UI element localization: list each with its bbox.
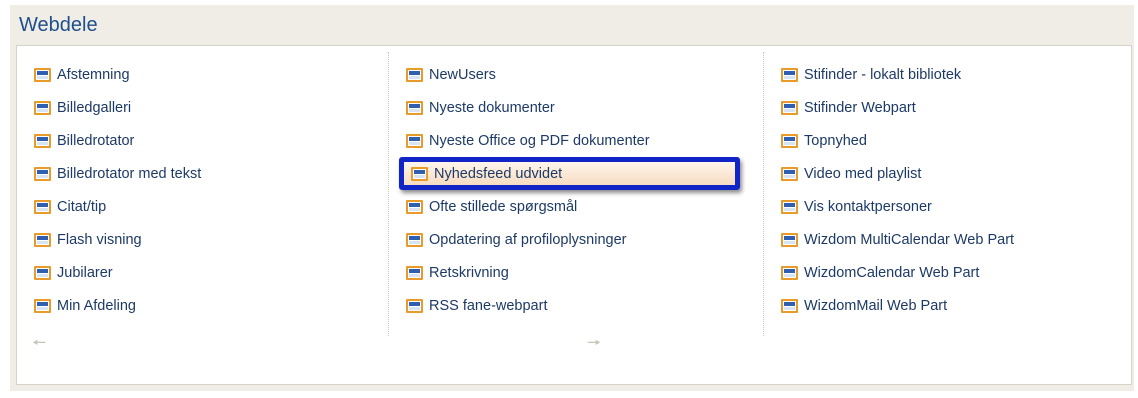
webpart-icon: [34, 100, 51, 115]
webpart-list: Afstemning Billedgalleri Billedrotator B…: [16, 45, 1132, 385]
webpart-icon: [34, 232, 51, 247]
webpart-item[interactable]: Flash visning: [34, 223, 201, 256]
webpart-icon: [781, 100, 798, 115]
webpart-item[interactable]: Video med playlist: [781, 157, 1014, 190]
webpart-item[interactable]: NewUsers: [406, 58, 650, 91]
webpart-icon: [781, 133, 798, 148]
webpart-item[interactable]: RSS fane-webpart: [406, 289, 650, 322]
webpart-icon: [781, 67, 798, 82]
webpart-icon: [34, 166, 51, 181]
webpart-column-3: Stifinder - lokalt bibliotek Stifinder W…: [781, 58, 1014, 322]
webpart-icon: [406, 232, 423, 247]
webpart-label: WizdomMail Web Part: [804, 297, 948, 314]
webpart-icon: [34, 199, 51, 214]
webpart-item[interactable]: Retskrivning: [406, 256, 650, 289]
webpart-item[interactable]: Min Afdeling: [34, 289, 201, 322]
webpart-label: Billedrotator med tekst: [57, 165, 202, 182]
webpart-icon: [406, 199, 423, 214]
webpart-item[interactable]: Jubilarer: [34, 256, 201, 289]
webpart-item[interactable]: Billedgalleri: [34, 91, 201, 124]
webpart-item[interactable]: Citat/tip: [34, 190, 201, 223]
webpart-icon: [406, 67, 423, 82]
webpart-column-1: Afstemning Billedgalleri Billedrotator B…: [34, 58, 201, 322]
webpart-label: Billedrotator: [57, 132, 135, 149]
webpart-label: Min Afdeling: [57, 297, 136, 314]
webpart-label: Citat/tip: [57, 198, 107, 215]
webpart-label: Wizdom MultiCalendar Web Part: [804, 231, 1015, 248]
arrow-left-icon[interactable]: 🠔: [32, 332, 46, 359]
webpart-label: Opdatering af profiloplysninger: [429, 231, 627, 248]
webpart-label: Retskrivning: [429, 264, 509, 281]
webpart-item[interactable]: Stifinder Webpart: [781, 91, 1014, 124]
webpart-label: Nyhedsfeed udvidet: [434, 165, 563, 182]
webpart-icon: [406, 100, 423, 115]
webpart-icon: [781, 166, 798, 181]
webpart-icon: [781, 265, 798, 280]
column-divider: [388, 52, 389, 336]
webpart-item[interactable]: WizdomCalendar Web Part: [781, 256, 1014, 289]
webpart-label: Nyeste dokumenter: [429, 99, 555, 116]
panel-title: Webdele: [19, 14, 98, 36]
webpart-item[interactable]: Stifinder - lokalt bibliotek: [781, 58, 1014, 91]
webpart-icon: [34, 298, 51, 313]
webpart-item[interactable]: Billedrotator: [34, 124, 201, 157]
webpart-icon: [34, 133, 51, 148]
webpart-icon: [406, 133, 423, 148]
webpart-icon: [781, 199, 798, 214]
webpart-item[interactable]: Billedrotator med tekst: [34, 157, 201, 190]
column-divider: [763, 52, 764, 336]
webpart-icon: [406, 265, 423, 280]
webpart-label: WizdomCalendar Web Part: [804, 264, 980, 281]
webpart-item[interactable]: Vis kontaktpersoner: [781, 190, 1014, 223]
webpart-column-2: NewUsers Nyeste dokumenter Nyeste Office…: [399, 58, 740, 322]
webpart-label: Flash visning: [57, 231, 142, 248]
webpart-label: Nyeste Office og PDF dokumenter: [429, 132, 650, 149]
webpart-icon: [34, 265, 51, 280]
webpart-icon: [34, 67, 51, 82]
webpart-icon: [411, 166, 428, 181]
webpart-label: Billedgalleri: [57, 99, 132, 116]
webpart-label: Afstemning: [57, 66, 130, 83]
webpart-item[interactable]: Afstemning: [34, 58, 201, 91]
webpart-item-selected[interactable]: Nyhedsfeed udvidet: [399, 157, 740, 190]
webpart-label: Vis kontaktpersoner: [804, 198, 932, 215]
webpart-item[interactable]: Topnyhed: [781, 124, 1014, 157]
webpart-label: Stifinder - lokalt bibliotek: [804, 66, 962, 83]
webpart-label: Topnyhed: [804, 132, 867, 149]
arrow-right-icon[interactable]: 🠖: [587, 332, 601, 359]
webpart-item[interactable]: Nyeste Office og PDF dokumenter: [406, 124, 650, 157]
webpart-label: NewUsers: [429, 66, 496, 83]
webpart-item[interactable]: Nyeste dokumenter: [406, 91, 650, 124]
webpart-icon: [781, 232, 798, 247]
webpart-icon: [406, 298, 423, 313]
webpart-label: Ofte stillede spørgsmål: [429, 198, 578, 215]
webpart-label: RSS fane-webpart: [429, 297, 548, 314]
webpart-label: Jubilarer: [57, 264, 113, 281]
webpart-label: Stifinder Webpart: [804, 99, 916, 116]
webparts-panel: Webdele Afstemning Billedgalleri Billedr…: [10, 5, 1134, 391]
webpart-icon: [781, 298, 798, 313]
webpart-item[interactable]: WizdomMail Web Part: [781, 289, 1014, 322]
webpart-item[interactable]: Wizdom MultiCalendar Web Part: [781, 223, 1014, 256]
webpart-item[interactable]: Ofte stillede spørgsmål: [406, 190, 650, 223]
webpart-label: Video med playlist: [804, 165, 922, 182]
webpart-item[interactable]: Opdatering af profiloplysninger: [406, 223, 650, 256]
